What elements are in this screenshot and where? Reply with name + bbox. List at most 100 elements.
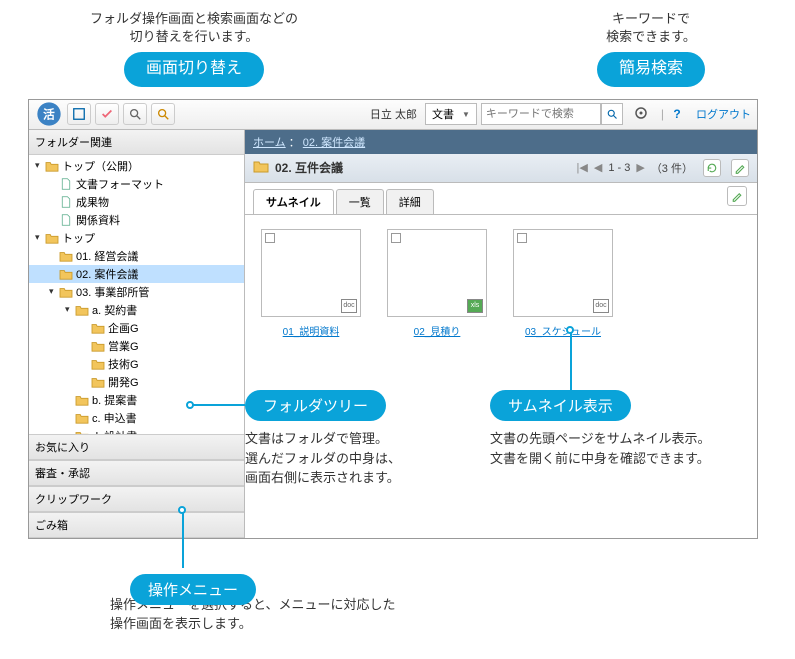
app-logo: 活 <box>35 103 63 125</box>
tab-list[interactable]: 一覧 <box>336 189 384 214</box>
folder-icon <box>253 159 269 176</box>
ann-folder-tree: フォルダツリー 文書はフォルダで管理。 選んだフォルダの中身は、 画面右側に表示… <box>245 390 475 488</box>
breadcrumb: ホーム ： 02. 案件会議 <box>245 130 757 154</box>
sidebar-sec-clipwork[interactable]: クリップワーク <box>29 486 244 512</box>
thumbnail-caption[interactable]: 01_説明資料 <box>261 323 361 338</box>
tree-node[interactable]: 企画G <box>29 319 244 337</box>
thumbnail-card[interactable]: doc <box>513 229 613 317</box>
tab-detail[interactable]: 詳細 <box>386 189 434 214</box>
tree-node[interactable]: b. 提案書 <box>29 391 244 409</box>
thumbnail-item[interactable]: xls 02_見積り <box>387 229 487 338</box>
ann-screen-switch-pill: 画面切り替え <box>124 52 264 86</box>
help-button[interactable]: ? <box>668 107 686 121</box>
tree-node-label: 関係資料 <box>76 212 120 228</box>
folder-icon <box>45 160 59 172</box>
page-total: （3 件） <box>651 160 693 176</box>
tree-node[interactable]: 02. 案件会議 <box>29 265 244 283</box>
page-first-icon[interactable]: |◀ <box>577 161 588 174</box>
gear-icon[interactable] <box>633 105 651 123</box>
toolbar-view-btn-1[interactable] <box>67 103 91 125</box>
tree-node[interactable]: 01. 経営会議 <box>29 247 244 265</box>
crumb-sep: ： <box>289 137 300 149</box>
page-next-icon[interactable]: ▶ <box>636 161 644 174</box>
tree-node[interactable]: ▾トップ <box>29 229 244 247</box>
page-prev-icon[interactable]: ◀ <box>594 161 602 174</box>
top-annotations: フォルダ操作画面と検索画面などの 切り替えを行います。 画面切り替え キーワード… <box>10 10 785 93</box>
tab-thumbnail[interactable]: サムネイル <box>253 189 334 214</box>
ann-simple-search-desc: キーワードで 検索できます。 <box>597 10 705 46</box>
ann-ops-menu-pill: 操作メニュー <box>130 574 256 605</box>
svg-text:活: 活 <box>43 108 55 122</box>
ann-folder-tree-pill: フォルダツリー <box>245 390 386 421</box>
tree-node[interactable]: c. 申込書 <box>29 409 244 427</box>
thumbnail-card[interactable]: doc <box>261 229 361 317</box>
separator: | <box>661 107 664 121</box>
thumbnail-checkbox[interactable] <box>517 233 527 243</box>
thumbnail-caption[interactable]: 02_見積り <box>387 323 487 338</box>
folder-icon <box>75 412 89 424</box>
tree-node-label: 営業G <box>108 338 139 354</box>
tree-node[interactable]: 技術G <box>29 355 244 373</box>
thumbnail-caption[interactable]: 03_スケジュール <box>513 323 613 338</box>
crumb-current[interactable]: 02. 案件会議 <box>303 137 365 149</box>
tree-node-label: 02. 案件会議 <box>76 266 138 282</box>
toolbar-adv-search-btn[interactable] <box>151 103 175 125</box>
tree-node[interactable]: 営業G <box>29 337 244 355</box>
page-range: 1 - 3 <box>608 162 630 174</box>
tree-twist-icon[interactable]: ▾ <box>35 232 45 243</box>
toolbar-view-btn-2[interactable] <box>95 103 119 125</box>
pointer-thumb-view <box>570 330 572 390</box>
thumbnail-card[interactable]: xls <box>387 229 487 317</box>
tree-twist-icon[interactable]: ▾ <box>49 286 59 297</box>
search-category-select[interactable]: 文書 ▼ <box>425 103 477 125</box>
tab-edit-button[interactable] <box>727 186 747 206</box>
sidebar-sec-approve[interactable]: 審査・承認 <box>29 460 244 486</box>
document-icon <box>59 178 73 190</box>
thumbnail-item[interactable]: doc 03_スケジュール <box>513 229 613 338</box>
thumbnail-item[interactable]: doc 01_説明資料 <box>261 229 361 338</box>
screenshot-root: フォルダ操作画面と検索画面などの 切り替えを行います。 画面切り替え キーワード… <box>10 10 785 634</box>
tree-twist-icon[interactable]: ▾ <box>65 304 75 315</box>
folder-title: 02. 互件会議 <box>275 159 577 176</box>
tree-node-label: 企画G <box>108 320 139 336</box>
ann-screen-switch: フォルダ操作画面と検索画面などの 切り替えを行います。 画面切り替え <box>90 10 298 87</box>
document-icon <box>59 196 73 208</box>
ann-simple-search-pill: 簡易検索 <box>597 52 705 86</box>
pointer-folder-tree <box>190 404 245 406</box>
search-go-button[interactable] <box>601 103 623 125</box>
chevron-down-icon: ▼ <box>462 110 470 119</box>
tree-twist-icon[interactable]: ▾ <box>35 160 45 171</box>
folder-icon <box>45 232 59 244</box>
view-tabs: サムネイル 一覧 詳細 <box>245 183 757 215</box>
folder-icon <box>75 304 89 316</box>
tree-node-label: a. 契約書 <box>92 302 137 318</box>
refresh-button[interactable] <box>703 159 721 177</box>
logout-link[interactable]: ログアウト <box>696 106 751 122</box>
file-ext-badge: xls <box>467 299 483 313</box>
search-input[interactable] <box>481 103 601 125</box>
tree-node[interactable]: ▾03. 事業部所管 <box>29 283 244 301</box>
sidebar-sec-trash[interactable]: ごみ箱 <box>29 512 244 538</box>
tree-node[interactable]: 関係資料 <box>29 211 244 229</box>
tree-node[interactable]: 文書フォーマット <box>29 175 244 193</box>
toolbar-search-btn[interactable] <box>123 103 147 125</box>
sidebar: フォルダー関連 ▾トップ（公開）文書フォーマット成果物関係資料▾トップ01. 経… <box>29 130 245 538</box>
ann-ops-menu-pill-wrap: 操作メニュー <box>130 568 256 605</box>
tree-node[interactable]: ▾ a. 契約書 <box>29 301 244 319</box>
tree-node[interactable]: 成果物 <box>29 193 244 211</box>
sidebar-sec-favorites[interactable]: お気に入り <box>29 434 244 460</box>
folder-tree[interactable]: ▾トップ（公開）文書フォーマット成果物関係資料▾トップ01. 経営会議02. 案… <box>29 155 244 434</box>
thumbnail-checkbox[interactable] <box>391 233 401 243</box>
tree-node[interactable]: ▾トップ（公開） <box>29 157 244 175</box>
tree-node[interactable]: 開発G <box>29 373 244 391</box>
folder-icon <box>91 358 105 370</box>
file-ext-badge: doc <box>341 299 357 313</box>
edit-pager-button[interactable] <box>731 159 749 177</box>
file-ext-badge: doc <box>593 299 609 313</box>
tree-node[interactable]: d. 設計書 <box>29 427 244 434</box>
folder-icon <box>59 268 73 280</box>
pointer-dot-ops-menu <box>178 506 186 514</box>
crumb-home[interactable]: ホーム <box>253 137 286 149</box>
thumbnail-checkbox[interactable] <box>265 233 275 243</box>
sidebar-header: フォルダー関連 <box>29 130 244 155</box>
